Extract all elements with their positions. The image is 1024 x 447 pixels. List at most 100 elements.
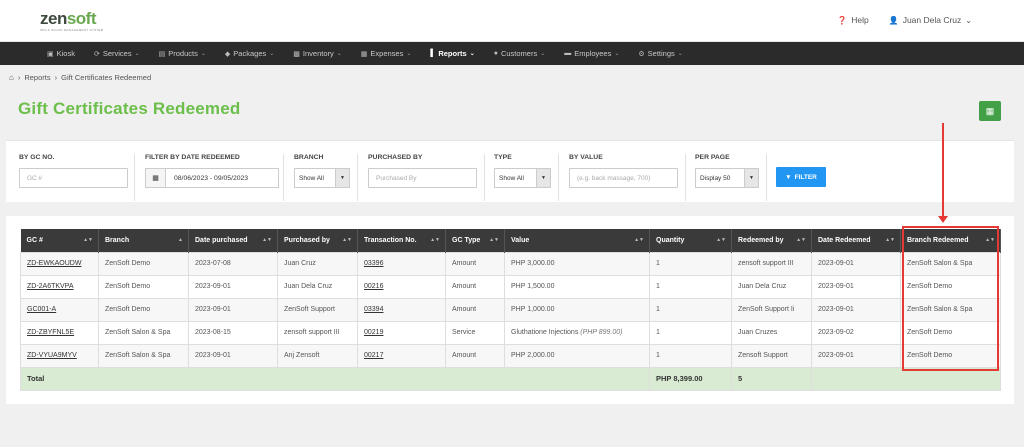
gc-link[interactable]: ZD-ZBYFNL5E <box>27 329 74 336</box>
top-header: zensoft SPA & SALON MANAGEMENT SYSTEM ❓ … <box>0 0 1024 42</box>
breadcrumb-separator: › <box>17 73 21 82</box>
filter-button[interactable]: ▼ FILTER <box>776 167 826 187</box>
nav-packages[interactable]: ◆ Packages ⌄ <box>225 49 274 58</box>
col-quantity[interactable]: Quantity ▲▼ <box>649 229 732 252</box>
transaction-link[interactable]: 03396 <box>364 260 383 267</box>
cell-transaction-no[interactable]: 03396 <box>357 251 446 276</box>
employee-icon: ▬ <box>564 50 572 57</box>
chevron-down-icon: ⌄ <box>469 51 475 57</box>
filter-label: BY VALUE <box>569 154 603 161</box>
breadcrumb-reports[interactable]: Reports <box>24 73 50 82</box>
nav-label: Packages <box>233 49 267 58</box>
annotation-arrow-line <box>942 123 944 220</box>
annotation-arrow-head <box>938 216 948 223</box>
cell-gc-number[interactable]: ZD-VYUA9MYV <box>20 343 99 368</box>
col-value[interactable]: Value ▲▼ <box>504 229 650 252</box>
expense-icon: ▦ <box>360 50 368 58</box>
cell-gc-number[interactable]: ZD-ZBYFNL5E <box>20 320 99 345</box>
col-gc-type[interactable]: GC Type ▲▼ <box>445 229 505 252</box>
header-label: Quantity <box>656 236 685 244</box>
value-text: PHP 1,000.00 <box>511 306 555 313</box>
sort-icon: ▲▼ <box>489 237 499 243</box>
col-gc-number[interactable]: GC # ▲▼ <box>20 229 99 252</box>
transaction-link[interactable]: 03394 <box>364 306 383 313</box>
col-date-redeemed[interactable]: Date Redeemed ▲▼ <box>811 229 901 252</box>
filter-purchased-by: PURCHASED BY Purchased By <box>368 154 477 188</box>
home-icon[interactable]: ⌂ <box>9 73 14 82</box>
cell-transaction-no[interactable]: 00216 <box>357 274 446 299</box>
chevron-down-icon: ⌄ <box>336 51 342 57</box>
zensoft-logo[interactable]: zensoft SPA & SALON MANAGEMENT SYSTEM <box>40 10 104 32</box>
sort-icon: ▲▼ <box>634 237 644 243</box>
table-header-row: GC # ▲▼ Branch ▲ Date purchased ▲▼ Purchase… <box>20 229 1001 252</box>
gc-number-input[interactable]: GC # <box>19 168 128 188</box>
nav-kiosk[interactable]: ▣ Kiosk <box>47 49 75 58</box>
transaction-link[interactable]: 00217 <box>364 352 383 359</box>
nav-label: Settings <box>647 49 675 58</box>
cell-gc-number[interactable]: ZD-EWKAOUDW <box>20 251 99 276</box>
cell-transaction-no[interactable]: 03394 <box>357 297 446 322</box>
cell-value: PHP 3,000.00 <box>504 251 650 276</box>
nav-services[interactable]: ⟳ Services ⌄ <box>94 49 140 58</box>
question-circle-icon: ❓ <box>837 15 848 25</box>
page-title: Gift Certificates Redeemed <box>18 99 241 118</box>
nav-settings[interactable]: ⚙ Settings ⌄ <box>638 49 682 58</box>
gc-link[interactable]: ZD-2A6TKVPA <box>27 283 74 290</box>
nav-customers[interactable]: ● Customers ⌄ <box>494 49 546 58</box>
gear-icon: ⚙ <box>638 50 645 58</box>
gc-link[interactable]: ZD-EWKAOUDW <box>27 260 81 267</box>
col-branch[interactable]: Branch ▲ <box>98 229 189 252</box>
per-page-select[interactable]: Display 50 ▼ <box>695 168 759 188</box>
col-purchased-by[interactable]: Purchased by ▲▼ <box>277 229 358 252</box>
cell-redeemed-by: Zensoft Support <box>731 343 812 368</box>
divider <box>484 154 485 201</box>
value-search-input[interactable]: (e.g. back massage, 700) <box>569 168 678 188</box>
user-menu[interactable]: 👤 Juan Dela Cruz ⌄ <box>889 15 972 25</box>
col-transaction-no[interactable]: Transaction No. ▲▼ <box>357 229 446 252</box>
cell-purchased-by: zensoft support III <box>277 320 358 345</box>
date-range-input[interactable]: ▦ 08/06/2023 - 09/05/2023 <box>145 168 279 188</box>
sort-icon: ▲▼ <box>796 237 806 243</box>
transaction-link[interactable]: 00219 <box>364 329 383 336</box>
nav-reports[interactable]: ▌ Reports ⌄ <box>430 49 474 58</box>
divider <box>558 154 559 201</box>
export-excel-button[interactable]: ▦ <box>979 101 1001 121</box>
cell-transaction-no[interactable]: 00219 <box>357 320 446 345</box>
chevron-down-icon: ⌄ <box>269 51 275 57</box>
purchased-by-input[interactable]: Purchased By <box>368 168 477 188</box>
nav-inventory[interactable]: ▩ Inventory ⌄ <box>293 49 342 58</box>
help-link[interactable]: ❓ Help <box>837 15 868 25</box>
branch-select[interactable]: Show All ▼ <box>294 168 350 188</box>
col-redeemed-by[interactable]: Redeemed by ▲▼ <box>731 229 812 252</box>
table-row: GC001-A ZenSoft Demo 2023-09-01 ZenSoft … <box>20 297 1001 322</box>
cell-branch: ZenSoft Demo <box>98 297 189 322</box>
transaction-link[interactable]: 00216 <box>364 283 383 290</box>
chevron-down-icon: ⌄ <box>614 51 620 57</box>
gc-link[interactable]: GC001-A <box>27 306 56 313</box>
cell-gc-number[interactable]: ZD-2A6TKVPA <box>20 274 99 299</box>
cart-icon: ▤ <box>158 50 166 58</box>
filter-type: TYPE Show All ▼ <box>494 154 551 188</box>
nav-products[interactable]: ▤ Products ⌄ <box>159 49 206 58</box>
cell-redeemed-by: ZenSoft Support Ii <box>731 297 812 322</box>
cell-transaction-no[interactable]: 00217 <box>357 343 446 368</box>
sort-icon: ▲▼ <box>885 237 895 243</box>
cell-gc-number[interactable]: GC001-A <box>20 297 99 322</box>
value-text: PHP 2,000.00 <box>511 352 555 359</box>
cell-gc-type: Amount <box>445 343 505 368</box>
chevron-down-icon: ⌄ <box>200 51 206 57</box>
nav-label: Expenses <box>370 49 404 58</box>
col-date-purchased[interactable]: Date purchased ▲▼ <box>188 229 278 252</box>
type-select[interactable]: Show All ▼ <box>494 168 551 188</box>
nav-employees[interactable]: ▬ Employees ⌄ <box>564 49 619 58</box>
cell-value: PHP 1,500.00 <box>504 274 650 299</box>
calendar-icon: ▦ <box>146 169 166 187</box>
sort-icon: ▲▼ <box>262 237 272 243</box>
divider <box>766 154 767 201</box>
gc-link[interactable]: ZD-VYUA9MYV <box>27 352 77 359</box>
value-note: (PHP 899.00) <box>580 329 623 336</box>
cell-date-purchased: 2023-08-15 <box>188 320 278 345</box>
total-quantity: 5 <box>731 366 812 391</box>
nav-expenses[interactable]: ▦ Expenses ⌄ <box>361 49 412 58</box>
cell-branch: ZenSoft Salon & Spa <box>98 320 189 345</box>
